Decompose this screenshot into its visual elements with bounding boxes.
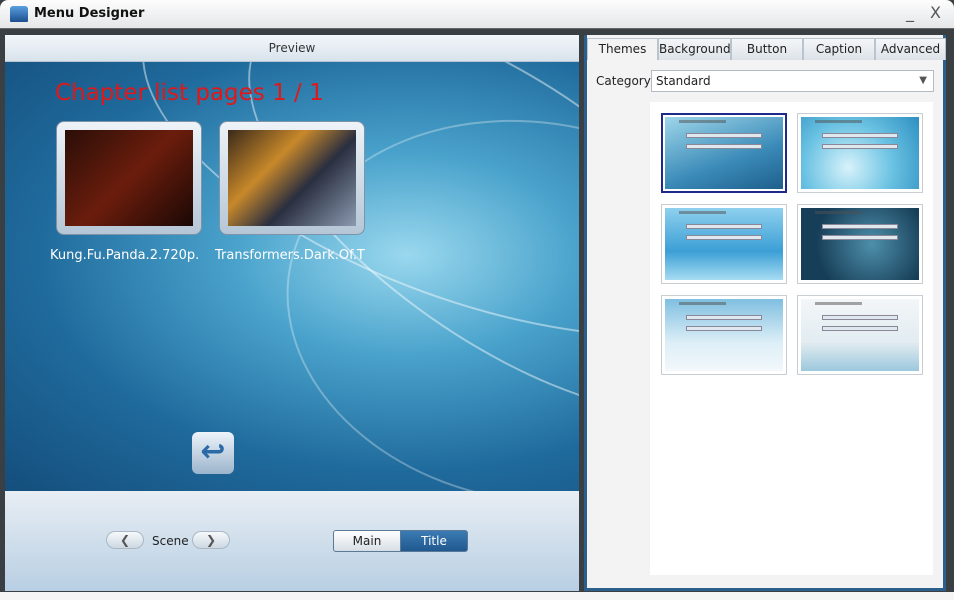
tab-bar: Themes Background Button Caption Advance… (587, 38, 946, 60)
preview-header: Preview (5, 35, 579, 62)
preview-panel: Preview Chapter list pages 1 / 1 Kung.Fu… (5, 35, 579, 591)
tab-button[interactable]: Button (731, 38, 803, 60)
close-button[interactable]: X (930, 3, 941, 22)
category-select[interactable]: Standard ▼ (651, 70, 934, 92)
main-toggle[interactable]: Main (333, 530, 401, 552)
chapter-label: Transformers.Dark.Of.T (215, 248, 365, 263)
chapter-thumbnail[interactable] (56, 121, 202, 235)
tab-themes[interactable]: Themes (587, 38, 658, 60)
settings-panel: Themes Background Button Caption Advance… (584, 35, 946, 591)
chevron-down-icon: ▼ (919, 75, 927, 86)
app-icon (10, 6, 28, 22)
back-button[interactable]: ↩ (192, 432, 234, 474)
scene-label: Scene (152, 534, 189, 548)
theme-thumbnail[interactable] (797, 295, 923, 375)
return-arrow-icon: ↩ (200, 434, 226, 469)
minimize-button[interactable]: _ (906, 3, 914, 22)
chapter-thumbnail[interactable] (219, 121, 365, 235)
theme-thumbnail[interactable] (797, 204, 923, 284)
title-toggle[interactable]: Title (400, 530, 468, 552)
chapter-label: Kung.Fu.Panda.2.720p. (50, 248, 200, 263)
next-scene-button[interactable]: ❯ (192, 531, 230, 549)
theme-thumbnail[interactable] (661, 113, 787, 193)
title-bar: Menu Designer _ X (0, 0, 954, 29)
theme-thumbnail[interactable] (661, 295, 787, 375)
tab-caption[interactable]: Caption (803, 38, 875, 60)
tab-background[interactable]: Background (658, 38, 731, 60)
scene-controls: ❮ Scene ❯ Main Title (5, 491, 579, 591)
theme-grid (650, 102, 933, 575)
window-title: Menu Designer (34, 6, 145, 21)
category-label: Category (596, 74, 651, 88)
prev-scene-button[interactable]: ❮ (106, 531, 144, 549)
category-value: Standard (656, 74, 711, 88)
theme-thumbnail[interactable] (661, 204, 787, 284)
status-bar (0, 592, 954, 600)
theme-thumbnail[interactable] (797, 113, 923, 193)
preview-stage: Chapter list pages 1 / 1 Kung.Fu.Panda.2… (5, 62, 579, 491)
chapter-title: Chapter list pages 1 / 1 (55, 80, 324, 106)
tab-advanced[interactable]: Advanced (875, 38, 946, 60)
